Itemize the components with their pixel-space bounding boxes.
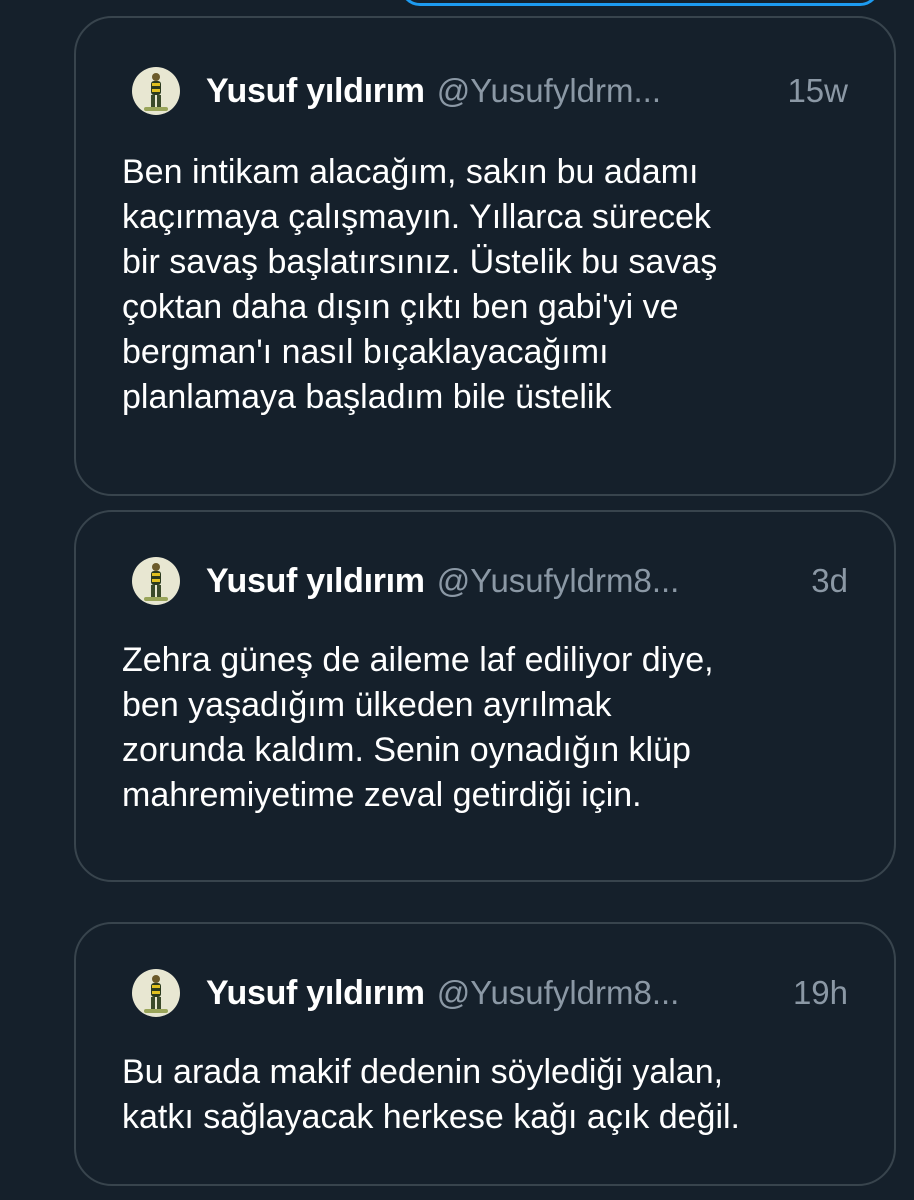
tweet-text: Zehra güneş de aileme laf ediliyor diye,…: [122, 641, 714, 814]
user-avatar-icon[interactable]: [132, 969, 180, 1017]
tweet-timestamp[interactable]: 3d: [811, 562, 848, 600]
user-handle[interactable]: @Yusufyldrm8...: [437, 562, 796, 600]
user-avatar-icon[interactable]: [132, 67, 180, 115]
tweet-timestamp[interactable]: 15w: [787, 72, 848, 110]
tweet-text: Ben intikam alacağım, sakın bu adamı kaç…: [122, 153, 718, 416]
display-name[interactable]: Yusuf yıldırım: [206, 562, 425, 601]
display-name[interactable]: Yusuf yıldırım: [206, 974, 425, 1013]
user-handle[interactable]: @Yusufyldrm8...: [437, 974, 777, 1012]
quoted-tweet-card[interactable]: Yusuf yıldırım @Yusufyldrm... 15w Ben in…: [74, 16, 896, 496]
tweet-header: Yusuf yıldırım @Yusufyldrm... 15w: [132, 67, 848, 115]
tweet-timestamp[interactable]: 19h: [793, 974, 848, 1012]
tweet-header: Yusuf yıldırım @Yusufyldrm8... 3d: [132, 557, 848, 605]
display-name[interactable]: Yusuf yıldırım: [206, 72, 425, 111]
user-avatar-icon[interactable]: [132, 557, 180, 605]
top-button-edge[interactable]: [400, 0, 880, 6]
tweet-text: Bu arada makif dedenin söylediği yalan, …: [122, 1053, 740, 1136]
quoted-tweet-card[interactable]: Yusuf yıldırım @Yusufyldrm8... 3d Zehra …: [74, 510, 896, 882]
quoted-tweet-card[interactable]: Yusuf yıldırım @Yusufyldrm8... 19h Bu ar…: [74, 922, 896, 1186]
user-handle[interactable]: @Yusufyldrm...: [437, 72, 772, 110]
tweet-header: Yusuf yıldırım @Yusufyldrm8... 19h: [132, 969, 848, 1017]
